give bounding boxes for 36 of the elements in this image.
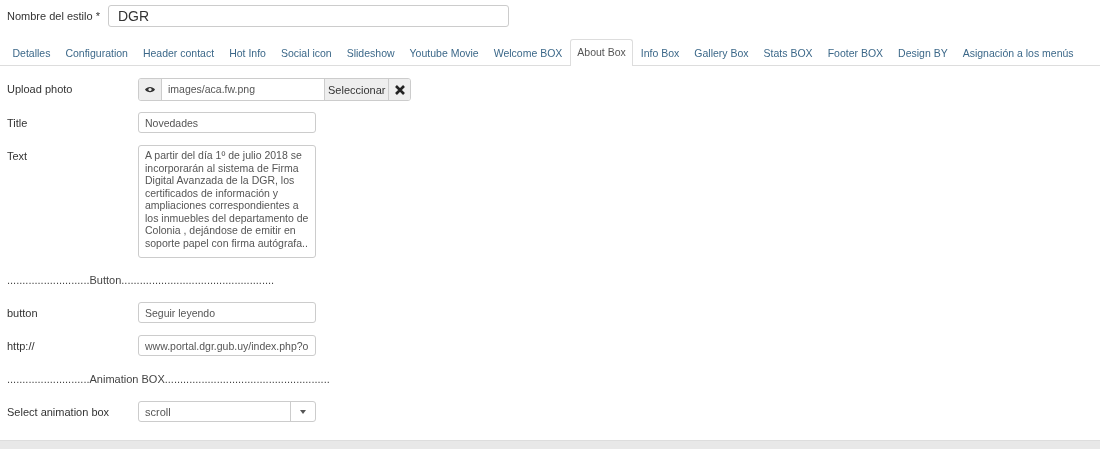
field-label: Select animation box (7, 405, 111, 420)
tab[interactable]: Footer BOX (820, 40, 891, 66)
image-picker[interactable]: images/aca.fw.png Seleccionar (138, 78, 412, 101)
tab[interactable]: Header contact (135, 40, 222, 66)
tab[interactable]: Social icon (273, 40, 340, 66)
tab[interactable]: Youtube Movie (402, 40, 487, 66)
style-name-field[interactable]: DGR (107, 5, 509, 27)
input-field[interactable]: Seguir leyendo (138, 302, 316, 323)
tab[interactable]: Stats BOX (756, 40, 821, 66)
clear-button[interactable] (388, 79, 411, 100)
input-field[interactable]: www.portal.dgr.gub.uy/index.php?o (138, 335, 316, 356)
eye-icon (145, 86, 155, 93)
tab[interactable]: About Box (569, 39, 634, 66)
text-area[interactable]: A partir del día 1º de julio 2018 se incorporarán al sistema de Firma Digital Avanzada de la DGR, los certificados de información y ampliaciones correspondientes a los inmuebles del departamento de Colonia , dejándose de emitir en soporte papel con firma autógrafa.. (138, 145, 316, 258)
close-icon (395, 84, 405, 95)
caret-icon (300, 409, 306, 414)
field-label: button (7, 306, 39, 321)
tab[interactable]: Slideshow (339, 40, 403, 66)
field-label: http:// (7, 339, 36, 354)
tab[interactable]: Configuration (57, 40, 136, 66)
section-divider-text: ...........................Button.................................................. (7, 273, 275, 288)
section-divider-text: ...........................Animation BOX...................................................... (7, 372, 330, 387)
animation-dropdown[interactable]: scroll (138, 401, 316, 422)
select-button[interactable]: Seleccionar (324, 79, 389, 100)
tab[interactable]: Detalles (5, 40, 58, 66)
input-field[interactable]: Novedades (138, 112, 316, 133)
tab[interactable]: Asignación a los menús (955, 40, 1082, 66)
tab[interactable]: Hot Info (221, 40, 274, 66)
tab[interactable]: Welcome BOX (486, 40, 570, 66)
field-label: Upload photo (7, 82, 74, 97)
tab[interactable]: Info Box (633, 40, 687, 66)
field-label: Text (7, 149, 29, 164)
tab[interactable]: Gallery Box (686, 40, 757, 66)
tab[interactable]: Design BY (890, 40, 956, 66)
field-label: Title (7, 116, 29, 131)
field-label: Nombre del estilo * (7, 10, 100, 22)
